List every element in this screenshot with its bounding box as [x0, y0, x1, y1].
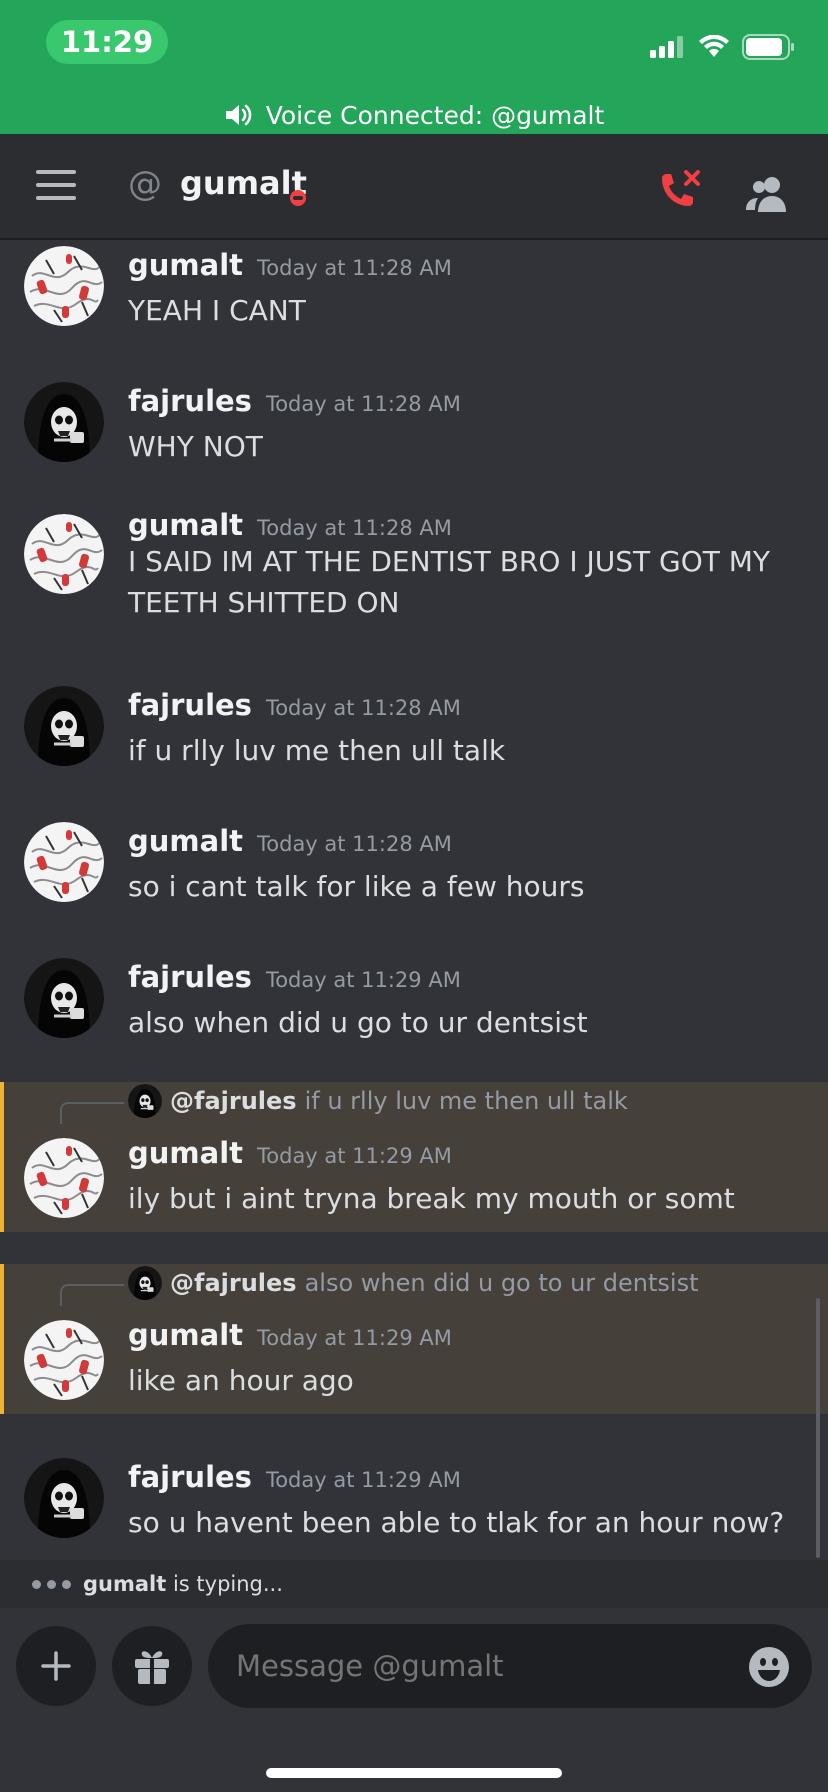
home-indicator[interactable] [266, 1768, 562, 1778]
avatar[interactable] [24, 686, 104, 766]
typing-suffix: is typing... [166, 1572, 283, 1596]
wifi-icon [699, 35, 729, 57]
message-item[interactable]: fajrules Today at 11:28 AM if u rlly luv … [0, 680, 828, 800]
status-bar: 11:29 Voice Connected: @gumalt [0, 0, 828, 134]
message-input[interactable] [208, 1624, 812, 1708]
reply-reference[interactable]: @fajrules also when did u go to ur dents… [128, 1266, 699, 1300]
dm-title[interactable]: gumalt [180, 164, 307, 202]
message-author[interactable]: gumalt Today at 11:28 AM [128, 508, 452, 542]
add-attachment-button[interactable] [16, 1626, 96, 1706]
message-composer [0, 1608, 828, 1792]
message-text: also when did u go to ur dentsist [128, 1006, 588, 1039]
message-author[interactable]: gumalt Today at 11:29 AM [128, 1318, 452, 1352]
mention-highlight-bar [0, 1264, 4, 1414]
channel-header: @ gumalt [0, 134, 828, 240]
author-name[interactable]: fajrules [128, 384, 252, 418]
message-text: so u havent been able to tlak for an hou… [128, 1506, 785, 1539]
avatar[interactable] [24, 958, 104, 1038]
avatar[interactable] [24, 514, 104, 594]
avatar[interactable] [24, 1458, 104, 1538]
battery-icon [742, 34, 794, 60]
message-list[interactable]: gumalt Today at 11:28 AM YEAH I CANT fajr… [0, 240, 828, 1560]
mention-highlight-bar [0, 1082, 4, 1232]
gift-icon [135, 1651, 169, 1684]
message-text: ily but i aint tryna break my mouth or s… [128, 1182, 735, 1215]
message-timestamp: Today at 11:29 AM [265, 968, 461, 992]
emoji-icon[interactable] [748, 1646, 790, 1688]
message-timestamp: Today at 11:28 AM [257, 832, 452, 856]
message-text: YEAH I CANT [128, 294, 306, 327]
message-timestamp: Today at 11:29 AM [257, 1144, 452, 1168]
message-text: if u rlly luv me then ull talk [128, 734, 506, 767]
author-name[interactable]: gumalt [128, 1318, 243, 1352]
reply-connector [60, 1102, 124, 1124]
reply-message-item[interactable]: @fajrules also when did u go to ur dents… [0, 1264, 828, 1414]
author-name[interactable]: gumalt [128, 1136, 243, 1170]
message-author[interactable]: fajrules Today at 11:28 AM [128, 384, 461, 418]
message-text: I SAID IM AT THE DENTIST BRO I JUST GOT … [128, 545, 771, 619]
typing-dots-icon [32, 1579, 71, 1589]
message-item[interactable]: fajrules Today at 11:29 AM also when did … [0, 952, 828, 1072]
avatar[interactable] [24, 1320, 104, 1400]
author-name[interactable]: fajrules [128, 688, 252, 722]
at-icon: @ [128, 164, 162, 204]
message-timestamp: Today at 11:29 AM [257, 1326, 452, 1350]
message-text: WHY NOT [128, 430, 263, 463]
voice-connected-banner[interactable]: Voice Connected: @gumalt [0, 96, 828, 134]
avatar[interactable] [24, 246, 104, 326]
plus-icon [41, 1651, 71, 1681]
message-timestamp: Today at 11:28 AM [257, 256, 452, 280]
message-author[interactable]: gumalt Today at 11:28 AM [128, 248, 452, 282]
speaker-icon [225, 104, 252, 126]
members-icon[interactable] [744, 174, 792, 214]
reply-avatar [128, 1084, 162, 1118]
voice-banner-text: Voice Connected: @gumalt [265, 100, 605, 130]
message-text: like an hour ago [128, 1364, 354, 1397]
message-item[interactable]: gumalt Today at 11:28 AM I SAID IM AT THE… [0, 508, 828, 668]
message-item[interactable]: gumalt Today at 11:28 AM so i cant talk f… [0, 816, 828, 936]
reply-connector [60, 1284, 124, 1306]
dnd-status-icon [290, 190, 306, 206]
message-author[interactable]: fajrules Today at 11:29 AM [128, 960, 461, 994]
system-icons [650, 34, 796, 60]
author-name[interactable]: fajrules [128, 960, 252, 994]
message-timestamp: Today at 11:28 AM [265, 696, 461, 720]
message-timestamp: Today at 11:28 AM [257, 516, 452, 540]
message-author[interactable]: fajrules Today at 11:28 AM [128, 688, 461, 722]
reply-user[interactable]: @fajrules [170, 1087, 297, 1115]
author-name[interactable]: fajrules [128, 1460, 252, 1494]
avatar[interactable] [24, 1138, 104, 1218]
typing-user: gumalt [83, 1572, 167, 1596]
author-name[interactable]: gumalt [128, 248, 243, 282]
message-timestamp: Today at 11:29 AM [265, 1468, 461, 1492]
message-author[interactable]: gumalt Today at 11:28 AM [128, 824, 452, 858]
message-timestamp: Today at 11:28 AM [265, 392, 461, 416]
message-item[interactable]: fajrules Today at 11:29 AM so u havent be… [0, 1452, 828, 1560]
reply-user[interactable]: @fajrules [170, 1269, 297, 1297]
reply-reference[interactable]: @fajrules if u rlly luv me then ull talk [128, 1084, 628, 1118]
author-name[interactable]: gumalt [128, 824, 243, 858]
avatar[interactable] [24, 382, 104, 462]
message-author[interactable]: fajrules Today at 11:29 AM [128, 1460, 461, 1494]
message-item[interactable]: gumalt Today at 11:28 AM YEAH I CANT [0, 240, 828, 360]
scrollbar[interactable] [816, 1298, 820, 1558]
message-author[interactable]: gumalt Today at 11:29 AM [128, 1136, 452, 1170]
typing-indicator: gumalt is typing... [0, 1560, 828, 1608]
message-text: so i cant talk for like a few hours [128, 870, 585, 903]
typing-text: gumalt is typing... [83, 1572, 283, 1596]
gift-button[interactable] [112, 1626, 192, 1706]
author-name[interactable]: gumalt [128, 508, 243, 542]
avatar[interactable] [24, 822, 104, 902]
signal-icon [650, 36, 683, 58]
reply-message-item[interactable]: @fajrules if u rlly luv me then ull talk… [0, 1082, 828, 1232]
reply-text[interactable]: if u rlly luv me then ull talk [305, 1087, 628, 1115]
status-time[interactable]: 11:29 [46, 20, 168, 64]
phone-hangup-icon[interactable] [656, 170, 704, 214]
message-item[interactable]: fajrules Today at 11:28 AM WHY NOT [0, 376, 828, 496]
hamburger-icon[interactable] [36, 170, 76, 202]
reply-avatar [128, 1266, 162, 1300]
reply-text[interactable]: also when did u go to ur dentsist [305, 1269, 699, 1297]
